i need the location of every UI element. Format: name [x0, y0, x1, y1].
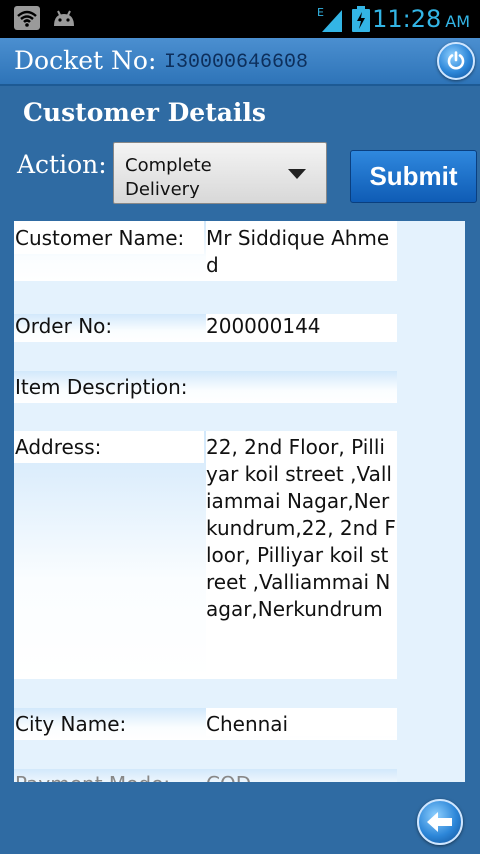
clock-ampm: AM: [445, 12, 470, 31]
back-button[interactable]: [417, 799, 463, 845]
battery-charging-icon: [352, 6, 370, 32]
address-value: 22, 2nd Floor, Pilliyar koil street ,Val…: [206, 435, 396, 621]
android-debug-icon: [54, 10, 74, 26]
docket-label: Docket No:: [14, 46, 157, 75]
status-bar: E 11:28 AM: [0, 0, 480, 38]
address-label: Address:: [15, 435, 102, 459]
clock: 11:28 AM: [372, 4, 470, 37]
power-button[interactable]: [437, 42, 475, 80]
customer-name-value: Mr Siddique Ahmed: [206, 226, 390, 277]
payment-mode-value: COD: [206, 771, 396, 782]
item-description-label: Item Description:: [15, 375, 188, 399]
power-icon: [447, 51, 465, 70]
chevron-down-icon: [288, 169, 306, 179]
wifi-icon: [14, 6, 40, 30]
action-label: Action:: [17, 150, 107, 179]
city-name-value: Chennai: [206, 712, 289, 736]
action-dropdown[interactable]: Complete Delivery: [113, 142, 327, 204]
signal-icon: E: [317, 6, 342, 32]
app-header: Docket No: I30000646608: [0, 38, 480, 86]
back-arrow-icon: [427, 812, 452, 832]
clock-time: 11:28: [372, 5, 442, 33]
customer-details-panel: Customer Name: Mr Siddique Ahmed Order N…: [14, 221, 465, 782]
order-no-value: 200000144: [206, 314, 321, 338]
docket-number: I30000646608: [164, 51, 309, 74]
action-selected-value: Complete Delivery: [125, 155, 212, 198]
customer-name-label: Customer Name:: [15, 226, 185, 250]
network-type-text: E: [317, 6, 324, 19]
payment-mode-label: Payment Mode:: [15, 771, 170, 782]
submit-button[interactable]: Submit: [350, 150, 477, 203]
city-name-label: City Name:: [15, 712, 127, 736]
page-title: Customer Details: [23, 98, 267, 127]
order-no-label: Order No:: [15, 314, 113, 338]
